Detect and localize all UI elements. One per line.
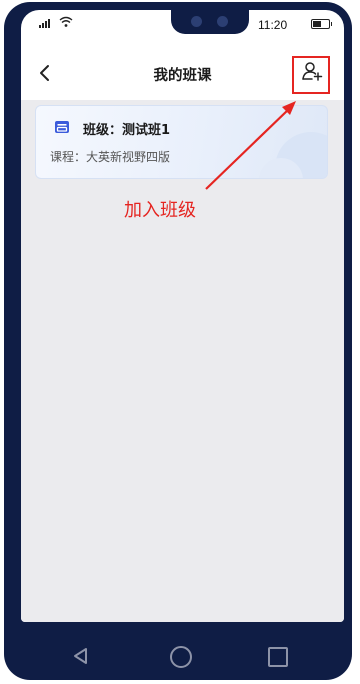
annotation-label: 加入班级	[124, 200, 196, 221]
annotation-arrow	[205, 101, 296, 190]
